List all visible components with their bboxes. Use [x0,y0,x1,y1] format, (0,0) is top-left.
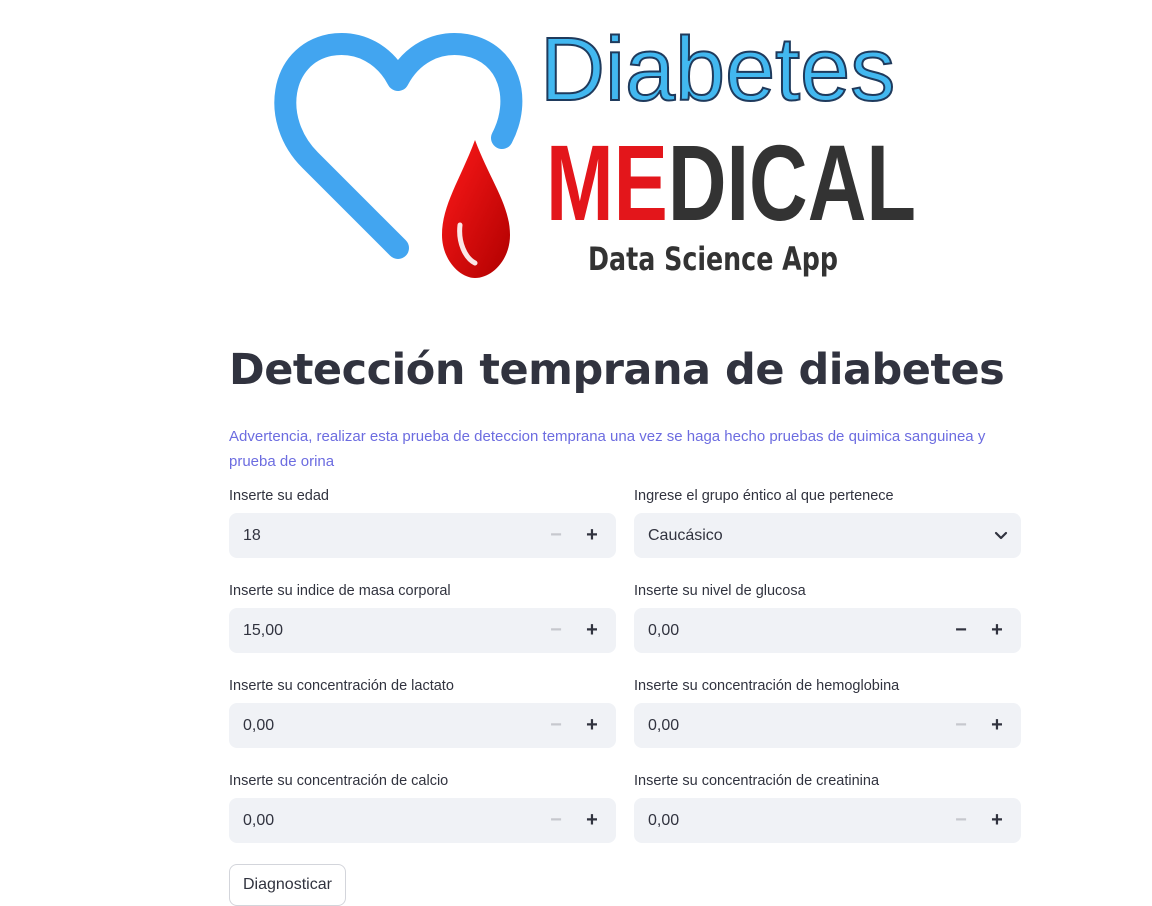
glucose-number-input: 0,00 − + [634,608,1021,653]
creatinine-number-input: 0,00 − + [634,798,1021,843]
creatinine-value[interactable]: 0,00 [634,812,943,830]
age-increment-button[interactable]: + [574,513,610,558]
chevron-down-icon[interactable] [981,513,1021,558]
ethnic-selected-value: Caucásico [648,526,723,544]
creatinine-decrement-button[interactable]: − [943,798,979,843]
calcium-increment-button[interactable]: + [574,798,610,843]
age-number-input: 18 − + [229,513,616,558]
creatinine-increment-button[interactable]: + [979,798,1015,843]
age-field: Inserte su edad 18 − + [229,484,616,579]
page-title: Detección temprana de diabetes [229,345,1005,395]
hemoglobin-increment-button[interactable]: + [979,703,1015,748]
glucose-value[interactable]: 0,00 [634,622,943,640]
lactate-label: Inserte su concentración de lactato [229,678,454,694]
age-label: Inserte su edad [229,488,329,504]
hemoglobin-value[interactable]: 0,00 [634,717,943,735]
bmi-label: Inserte su indice de masa corporal [229,583,451,599]
calcium-value[interactable]: 0,00 [229,812,538,830]
warning-text: Advertencia, realizar esta prueba de det… [229,428,986,470]
ethnic-select[interactable]: Caucásico [634,513,1021,558]
logo-line-3: Data Science App [588,240,838,278]
glucose-field: Inserte su nivel de glucosa 0,00 − + [634,579,1021,674]
lactate-increment-button[interactable]: + [574,703,610,748]
blood-drop-icon [442,140,510,278]
creatinine-label: Inserte su concentración de creatinina [634,773,880,789]
lactate-number-input: 0,00 − + [229,703,616,748]
glucose-increment-button[interactable]: + [979,608,1015,653]
main-content: Detección temprana de diabetes Advertenc… [229,330,1021,906]
calcium-field: Inserte su concentración de calcio 0,00 … [229,769,616,864]
form-grid: Inserte su edad 18 − + Ingrese el grupo … [229,484,1021,864]
bmi-increment-button[interactable]: + [574,608,610,653]
age-value[interactable]: 18 [229,527,538,545]
hemoglobin-number-input: 0,00 − + [634,703,1021,748]
hemoglobin-label: Inserte su concentración de hemoglobina [634,678,900,694]
diabetes-medical-logo: Diabetes MEDICAL Data Science App [274,19,916,278]
lactate-decrement-button[interactable]: − [538,703,574,748]
svg-text:MEDICAL: MEDICAL [546,122,916,243]
creatinine-field: Inserte su concentración de creatinina 0… [634,769,1021,864]
app-logo: Diabetes MEDICAL Data Science App [270,19,1010,290]
ethnic-label: Ingrese el grupo éntico al que pertenece [634,488,894,504]
bmi-number-input: 15,00 − + [229,608,616,653]
age-decrement-button[interactable]: − [538,513,574,558]
bmi-decrement-button[interactable]: − [538,608,574,653]
ethnic-field: Ingrese el grupo éntico al que pertenece… [634,484,1021,579]
bmi-value[interactable]: 15,00 [229,622,538,640]
logo-line-1: Diabetes [540,20,895,120]
calcium-label: Inserte su concentración de calcio [229,773,449,789]
hemoglobin-field: Inserte su concentración de hemoglobina … [634,674,1021,769]
bmi-field: Inserte su indice de masa corporal 15,00… [229,579,616,674]
diagnose-button[interactable]: Diagnosticar [229,864,346,906]
calcium-number-input: 0,00 − + [229,798,616,843]
hemoglobin-decrement-button[interactable]: − [943,703,979,748]
logo-line-2-dark: DICAL [668,122,916,243]
glucose-decrement-button[interactable]: − [943,608,979,653]
calcium-decrement-button[interactable]: − [538,798,574,843]
logo-line-2-red: ME [546,122,668,243]
lactate-field: Inserte su concentración de lactato 0,00… [229,674,616,769]
glucose-label: Inserte su nivel de glucosa [634,583,806,599]
lactate-value[interactable]: 0,00 [229,717,538,735]
